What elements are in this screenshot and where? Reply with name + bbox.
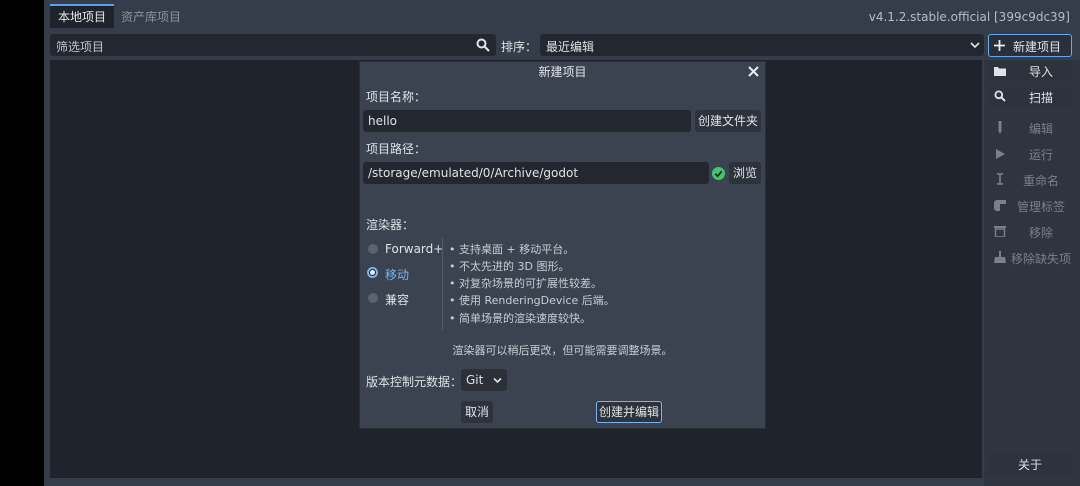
create-folder-button[interactable]: 创建文件夹 [695,110,761,132]
trash-icon [993,225,1007,241]
remove-button[interactable]: 移除 [987,222,1073,244]
search-icon [993,90,1007,106]
vcs-select[interactable]: Git [461,369,507,391]
import-label: 导入 [1028,65,1053,79]
manage-tags-label: 管理标签 [1016,200,1065,214]
import-button[interactable]: 导入 [987,61,1073,83]
plus-icon [994,40,1005,51]
project-path-value: /storage/emulated/0/Archive/godot [368,166,579,180]
renderer-description-line: • 对复杂场景的可扩展性较差。 [449,277,602,290]
scan-button[interactable]: 扫描 [987,87,1073,109]
renderer-option-label: 移动 [385,268,410,282]
renderer-option-compatibility[interactable]: 兼容 [366,290,442,307]
sort-label: 排序： [501,40,538,54]
manage-tags-button[interactable]: 管理标签 [987,196,1073,218]
chevron-down-icon [493,377,502,384]
radio-button [368,293,378,303]
version-label: v4.1.2.stable.official [399c9dc39] [868,10,1070,24]
edit-icon [993,121,1007,137]
remove-missing-button[interactable]: 移除缺失项 [987,248,1073,270]
about-button[interactable]: 关于 [987,454,1073,476]
scan-label: 扫描 [1028,91,1053,105]
renderer-description-line: • 使用 RenderingDevice 后端。 [449,294,615,307]
renderer-description-line: • 支持桌面 + 移动平台。 [449,243,575,256]
new-project-dialog: 新建项目 项目名称： hello 创建文件夹 项目路径： /storage/em… [359,61,766,429]
run-label: 运行 [1028,148,1053,162]
tab-asset-library-projects[interactable]: 资产库项目 [113,6,189,28]
remove-missing-label: 移除缺失项 [1010,252,1071,266]
project-manager-window: 本地项目 资产库项目 v4.1.2.stable.official [399c9… [44,0,1080,486]
sort-value: 最近编辑 [546,40,595,54]
play-icon [993,147,1007,163]
rename-label: 重命名 [1022,174,1059,188]
radio-button [368,244,378,254]
project-path-input[interactable]: /storage/emulated/0/Archive/godot [363,162,709,184]
remove-label: 移除 [1028,226,1053,240]
renderer-label: 渲染器： [366,218,415,232]
new-project-label: 新建项目 [1013,40,1062,54]
browse-button[interactable]: 浏览 [729,162,761,184]
project-name-label: 项目名称： [366,90,427,104]
renderer-option-forward-plus[interactable]: Forward+ [366,241,444,257]
project-name-value: hello [368,114,397,128]
broom-icon [993,251,1007,267]
renderer-option-mobile[interactable]: 移动 [366,265,442,282]
renderer-note: 渲染器可以稍后更改，但可能需要调整场景。 [452,344,673,357]
rename-button[interactable]: 重命名 [987,170,1073,192]
edit-label: 编辑 [1028,122,1053,136]
valid-check-icon [712,167,725,180]
create-and-edit-button[interactable]: 创建并编辑 [596,401,662,423]
tab-local-projects[interactable]: 本地项目 [50,4,115,28]
edit-button[interactable]: 编辑 [987,118,1073,140]
renderer-divider [442,238,443,330]
renderer-description-line: • 简单场景的渲染速度较快。 [449,312,591,325]
sort-select[interactable]: 最近编辑 [540,34,984,56]
renderer-option-label: Forward+ [385,242,444,256]
filter-input[interactable]: 筛选项目 [50,34,496,56]
chevron-down-icon [970,42,980,49]
renderer-option-label: 兼容 [385,293,410,307]
vcs-value: Git [466,373,484,387]
radio-button-selected [367,267,378,278]
new-project-button[interactable]: 新建项目 [988,34,1072,57]
run-button[interactable]: 运行 [987,144,1073,166]
cancel-button[interactable]: 取消 [461,401,493,423]
dialog-title: 新建项目 [538,65,587,79]
vcs-label: 版本控制元数据： [366,375,463,389]
tag-icon [993,199,1007,215]
filter-placeholder: 筛选项目 [56,40,105,54]
search-icon [476,38,490,52]
folder-icon [993,64,1007,80]
rename-icon [993,173,1007,189]
close-icon[interactable] [748,66,759,77]
renderer-description-line: • 不太先进的 3D 图形。 [449,260,570,273]
project-path-label: 项目路径： [366,142,427,156]
project-name-input[interactable]: hello [363,110,691,132]
